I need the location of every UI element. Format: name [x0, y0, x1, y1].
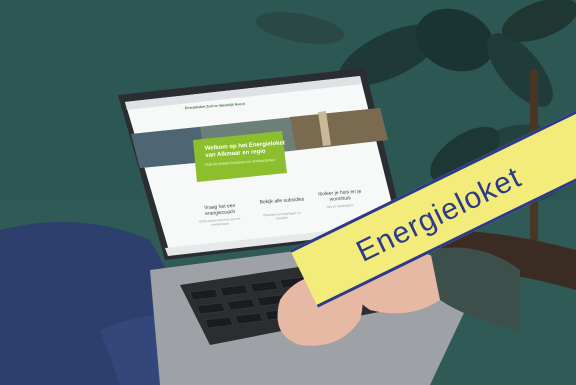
photo-scene: Energieloket Zuid en Westelijk Noord Wel…	[0, 0, 576, 385]
